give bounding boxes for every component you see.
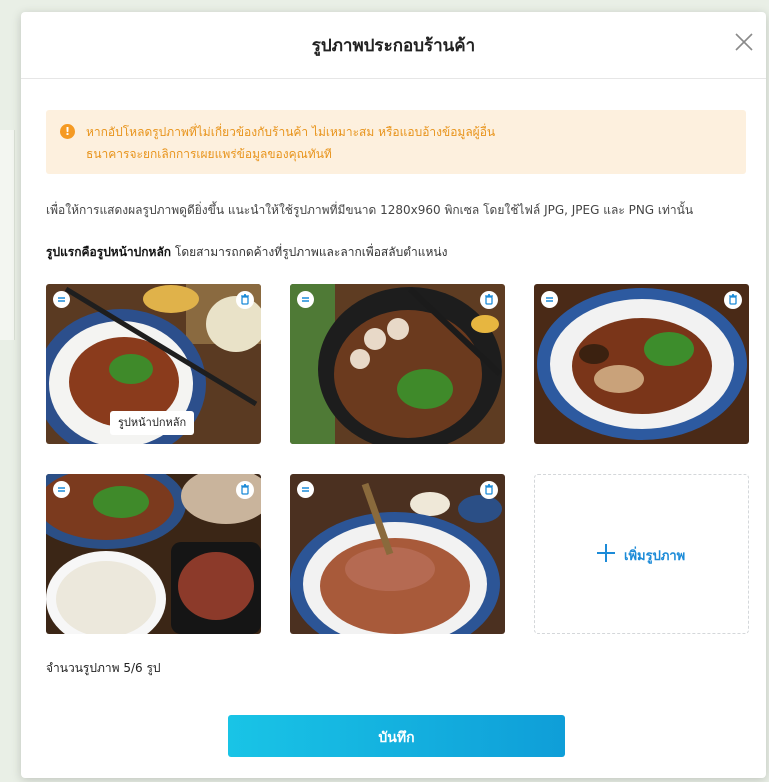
- drag-handle[interactable]: [297, 481, 314, 498]
- photo-tile-2[interactable]: [290, 284, 505, 444]
- cover-photo-note-bold: รูปแรกคือรูปหน้าปกหลัก: [46, 245, 172, 259]
- cover-photo-note: รูปแรกคือรูปหน้าปกหลัก โดยสามารถกดค้างที…: [46, 243, 447, 262]
- plus-icon: [597, 544, 615, 562]
- food-photo-image: [46, 474, 261, 634]
- delete-photo-button[interactable]: [236, 291, 254, 309]
- photo-tile-1[interactable]: รูปหน้าปกหลัก: [46, 284, 261, 444]
- drag-handle[interactable]: [53, 481, 70, 498]
- warning-alert: ! หากอัปโหลดรูปภาพที่ไม่เกี่ยวข้องกับร้า…: [46, 110, 746, 174]
- modal-title: รูปภาพประกอบร้านค้า: [311, 36, 476, 56]
- delete-photo-button[interactable]: [724, 291, 742, 309]
- trash-icon: [485, 484, 493, 495]
- delete-photo-button[interactable]: [480, 291, 498, 309]
- trash-icon: [729, 294, 737, 305]
- delete-photo-button[interactable]: [480, 481, 498, 499]
- photo-tile-4[interactable]: [46, 474, 261, 634]
- drag-handle-icon: [58, 487, 65, 492]
- alert-text-line-1: หากอัปโหลดรูปภาพที่ไม่เกี่ยวข้องกับร้านค…: [86, 125, 496, 139]
- store-photos-modal: รูปภาพประกอบร้านค้า ! หากอัปโหลดรูปภาพที…: [21, 12, 766, 778]
- food-photo-image: [534, 284, 749, 444]
- add-photo-label: เพิ่มรูปภาพ: [624, 549, 686, 564]
- drag-handle-icon: [302, 487, 309, 492]
- drag-handle-icon: [546, 297, 553, 302]
- cover-photo-label: รูปหน้าปกหลัก: [110, 411, 195, 435]
- food-photo-image: [290, 474, 505, 634]
- delete-photo-button[interactable]: [236, 481, 254, 499]
- photo-count: จำนวนรูปภาพ 5/6 รูป: [46, 661, 161, 675]
- alert-text-line-2: ธนาคารจะยกเลิกการเผยแพร่ข้อมูลของคุณทันท…: [86, 147, 332, 161]
- close-button[interactable]: [732, 30, 756, 54]
- trash-icon: [241, 484, 249, 495]
- warning-icon: !: [60, 124, 75, 139]
- drag-handle[interactable]: [297, 291, 314, 308]
- photo-tile-3[interactable]: [534, 284, 749, 444]
- trash-icon: [485, 294, 493, 305]
- photo-tile-5[interactable]: [290, 474, 505, 634]
- backdrop-page-edge: [0, 130, 15, 340]
- image-size-hint: เพื่อให้การแสดงผลรูปภาพดูดียิ่งขึ้น แนะน…: [46, 203, 694, 217]
- trash-icon: [241, 294, 249, 305]
- drag-handle[interactable]: [53, 291, 70, 308]
- modal-header: รูปภาพประกอบร้านค้า: [21, 12, 766, 79]
- drag-handle[interactable]: [541, 291, 558, 308]
- add-photo-button[interactable]: เพิ่มรูปภาพ: [534, 474, 749, 634]
- close-icon: [735, 33, 753, 51]
- drag-handle-icon: [302, 297, 309, 302]
- drag-handle-icon: [58, 297, 65, 302]
- cover-photo-note-text: โดยสามารถกดค้างที่รูปภาพและลากเพื่อสลับต…: [174, 245, 448, 259]
- food-photo-image: [290, 284, 505, 444]
- save-button[interactable]: บันทึก: [228, 715, 565, 757]
